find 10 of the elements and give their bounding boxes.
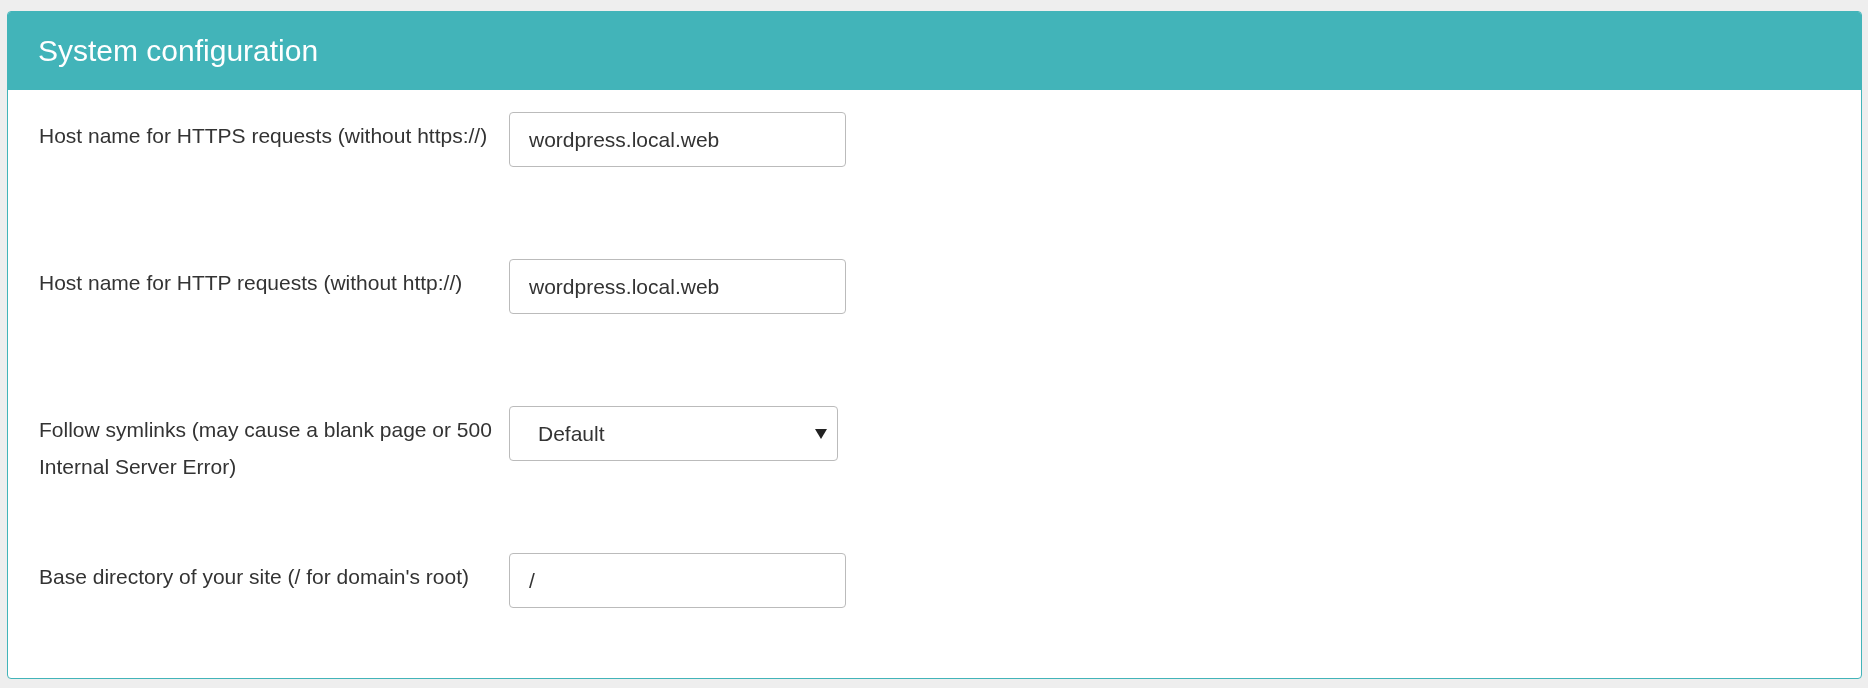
field-label: Base directory of your site (/ for domain's root) [39,564,470,590]
input-field[interactable]: wordpress.local.web [509,259,846,314]
field-label: Follow symlinks (may cause a blank page or 500 Internal Server Error) [39,417,493,480]
field-label: Host name for HTTPS requests (without https://) [39,123,489,149]
input-field[interactable]: wordpress.local.web [509,112,846,167]
select-dropdown[interactable]: Default [509,406,838,461]
caret-icon [815,428,827,439]
field-label: Host name for HTTP requests (without http://) [39,270,464,296]
input-field[interactable]: / [509,553,846,608]
panel-title: System configuration [38,34,319,68]
